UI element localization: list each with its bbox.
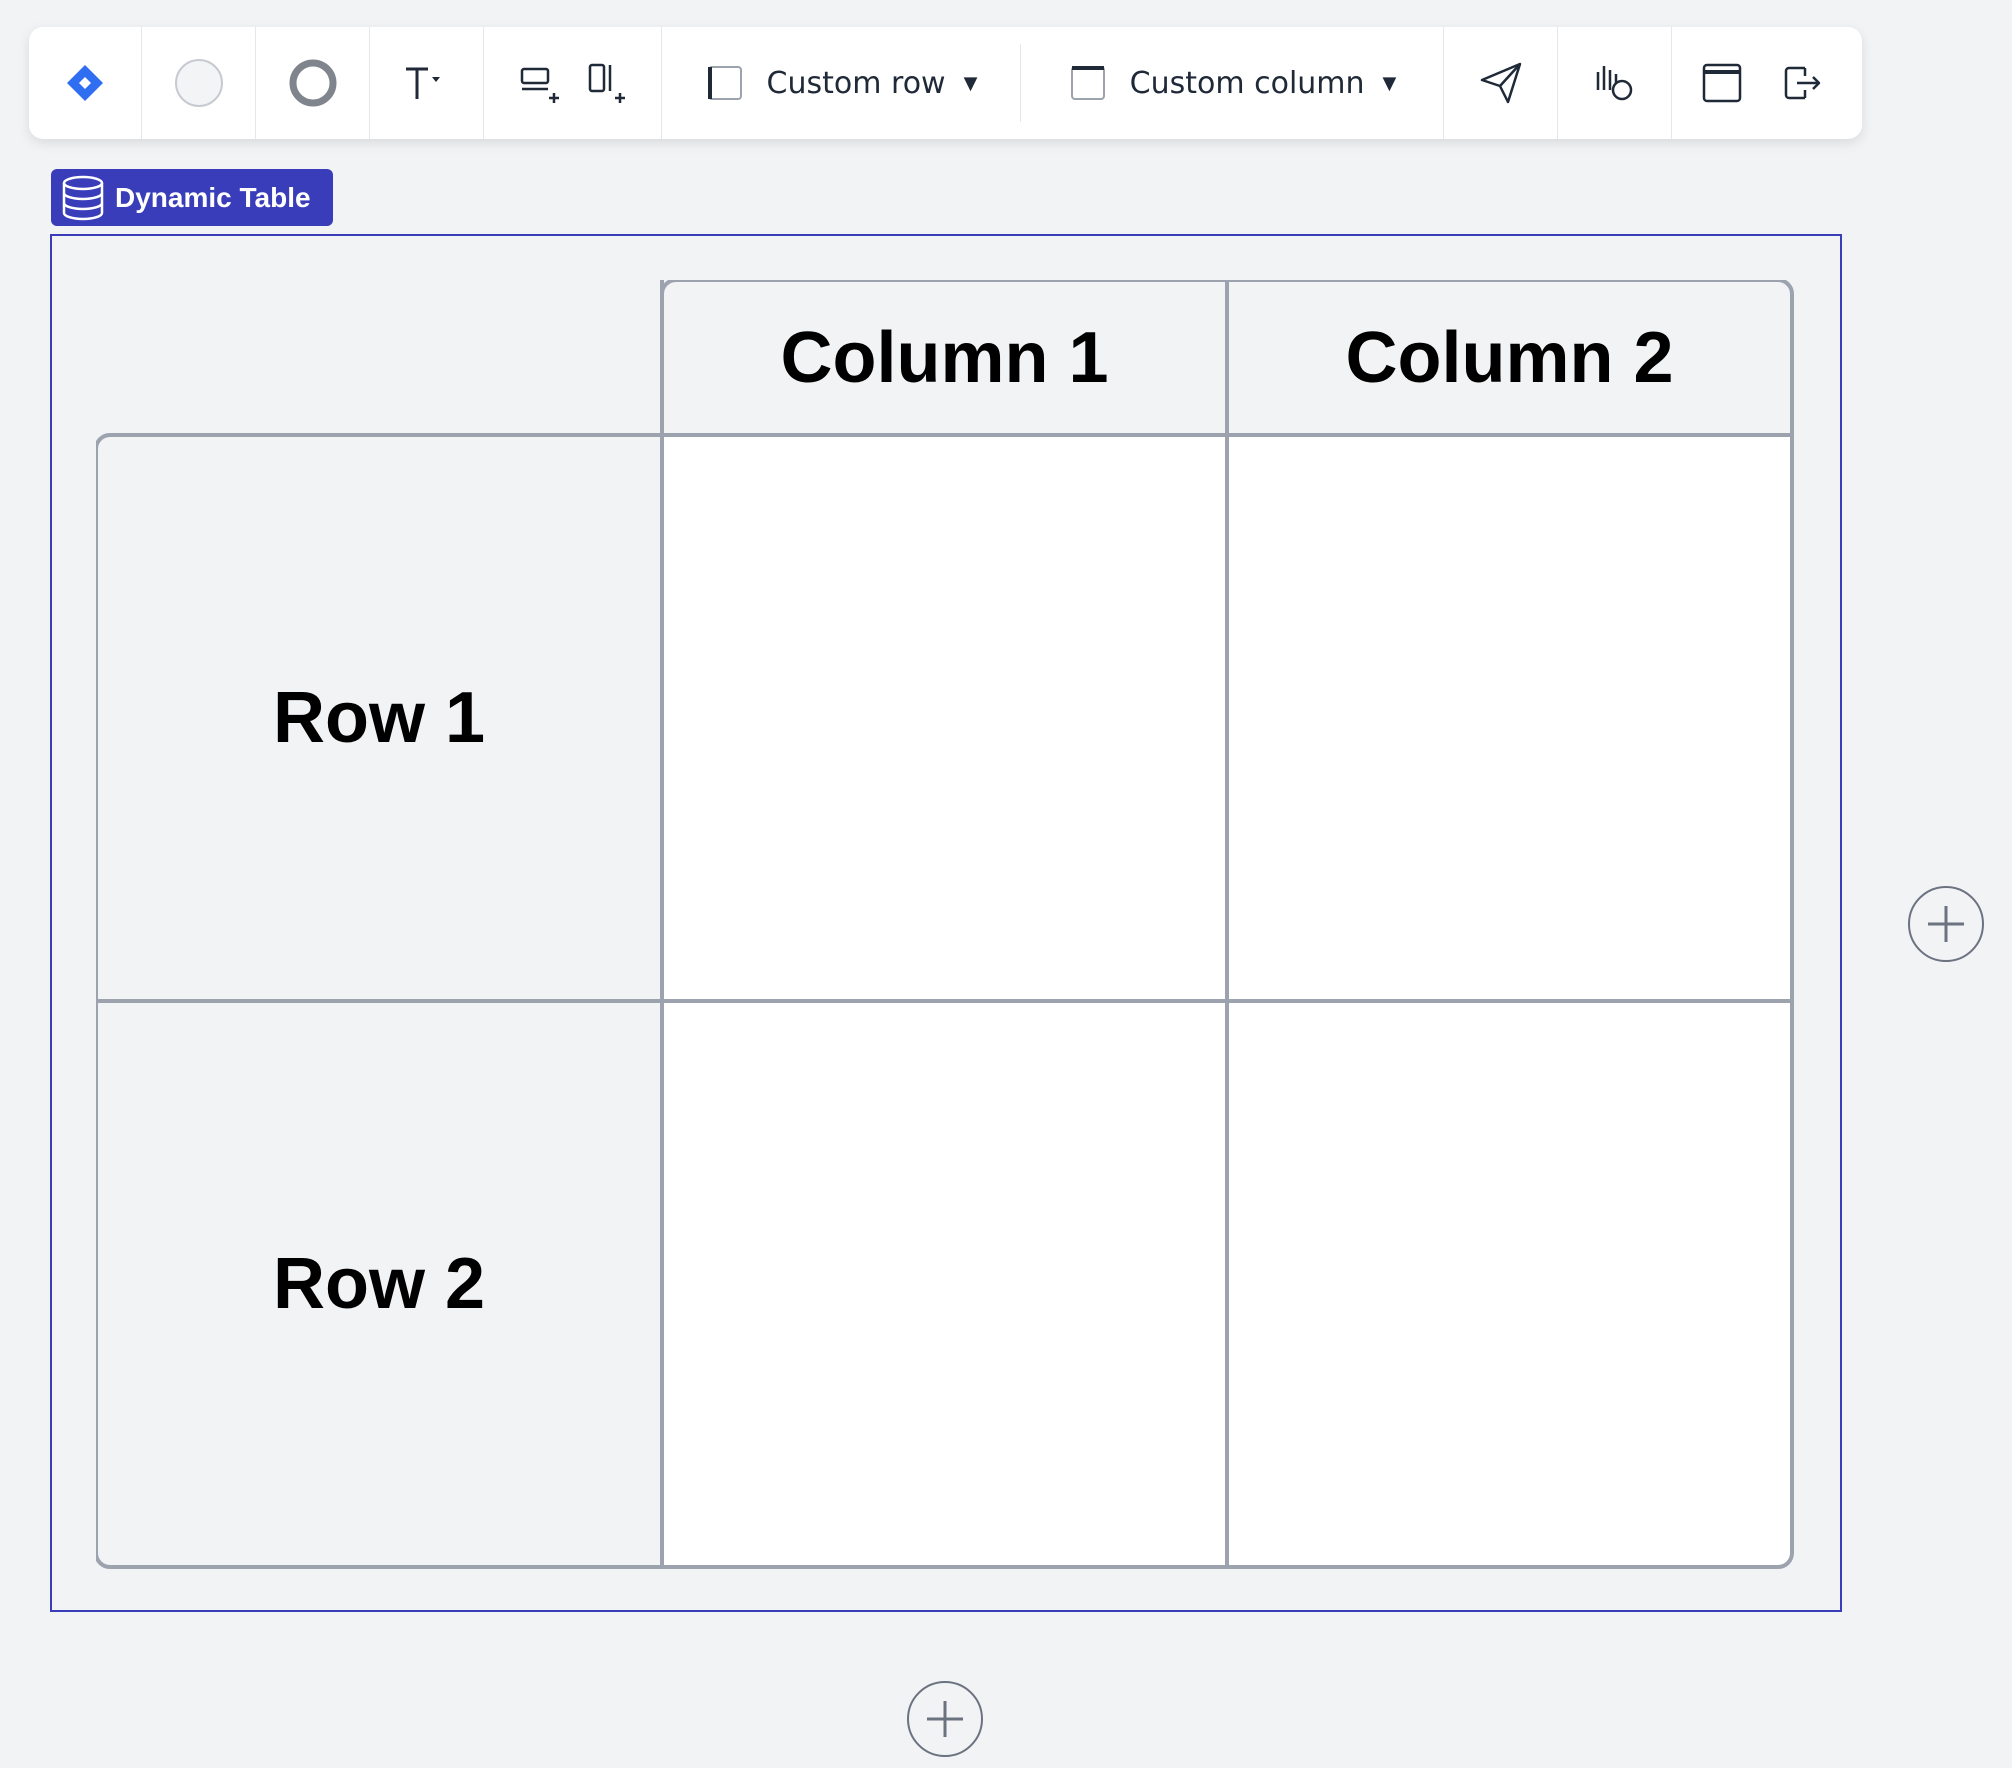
custom-column-label: Custom column xyxy=(1129,65,1365,101)
plus-icon xyxy=(1924,902,1968,946)
custom-row-group: Custom row ▼ xyxy=(662,27,1020,139)
border-color-icon[interactable] xyxy=(287,57,339,109)
add-row-button[interactable] xyxy=(907,1681,983,1757)
exit-icon[interactable] xyxy=(1781,62,1823,104)
custom-row-label: Custom row xyxy=(766,65,946,101)
add-row-column-group xyxy=(484,27,662,139)
interaction-icon[interactable] xyxy=(1592,60,1638,106)
custom-column-group: Custom column ▼ xyxy=(1021,27,1444,139)
row-style-icon xyxy=(705,63,745,103)
window-exit-group xyxy=(1672,27,1852,139)
add-row-icon[interactable] xyxy=(518,61,562,105)
send-group xyxy=(1444,27,1558,139)
chevron-down-icon: ▼ xyxy=(1382,72,1397,94)
logo-group xyxy=(29,27,142,139)
interaction-group xyxy=(1558,27,1672,139)
column-style-icon xyxy=(1068,63,1108,103)
add-column-icon[interactable] xyxy=(584,61,628,105)
window-icon[interactable] xyxy=(1701,62,1743,104)
chevron-down-icon: ▼ xyxy=(963,72,978,94)
toolbar: Custom row ▼ Custom column ▼ xyxy=(29,27,1862,139)
plus-icon xyxy=(923,1697,967,1741)
database-icon xyxy=(61,175,105,221)
add-column-button[interactable] xyxy=(1908,886,1984,962)
text-format-group xyxy=(370,27,484,139)
fill-color-group xyxy=(142,27,256,139)
table-grid-lines xyxy=(96,280,1794,1569)
dynamic-table: Column 1 Column 2 Row 1 Row 2 xyxy=(96,280,1796,1569)
fill-color-icon[interactable] xyxy=(173,57,225,109)
diamond-logo-icon[interactable] xyxy=(65,63,105,103)
border-color-group xyxy=(256,27,370,139)
text-format-icon[interactable] xyxy=(402,63,452,103)
custom-column-dropdown[interactable]: Custom column ▼ xyxy=(1068,63,1397,103)
send-icon[interactable] xyxy=(1478,60,1524,106)
widget-label[interactable]: Dynamic Table xyxy=(51,169,333,226)
widget-label-text: Dynamic Table xyxy=(115,181,311,213)
custom-row-dropdown[interactable]: Custom row ▼ xyxy=(705,63,978,103)
